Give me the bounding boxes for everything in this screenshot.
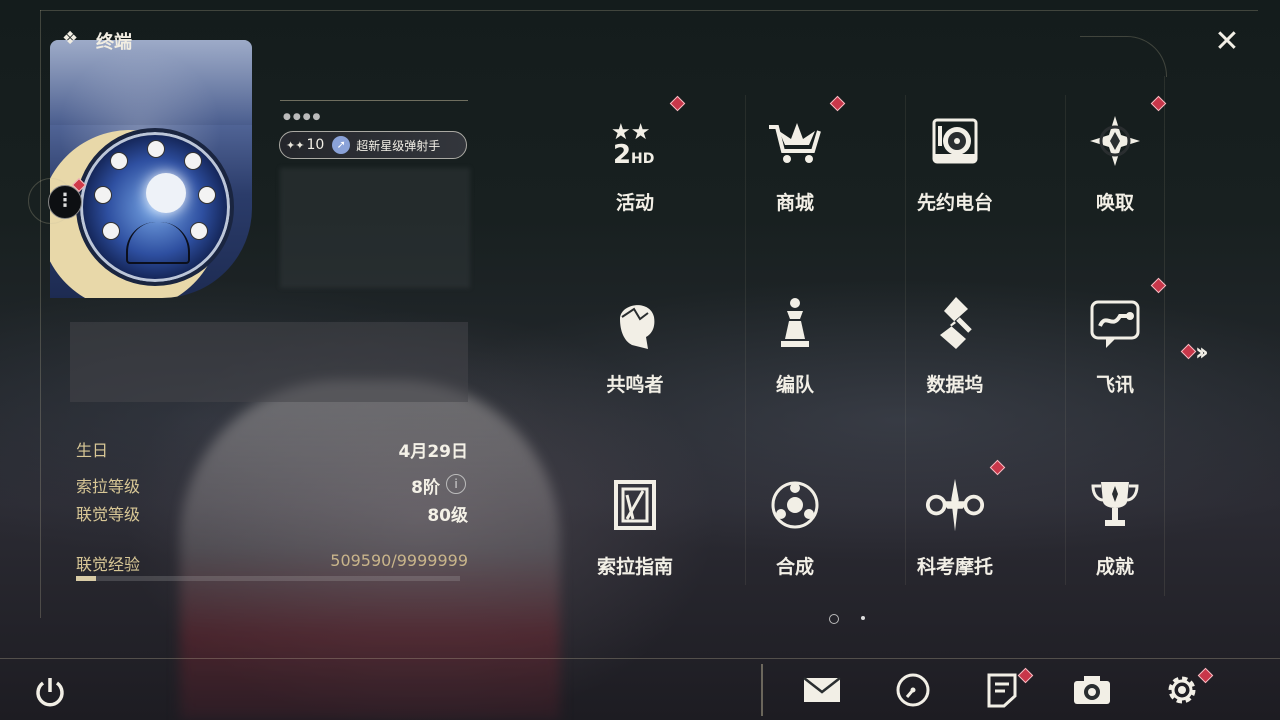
menu-item-messenger[interactable]: 飞讯 [1050,268,1180,418]
messenger-icon [1085,293,1145,353]
notification-badge [1180,343,1197,360]
menu-label-team: 编队 [775,374,814,396]
menu-item-synthesis[interactable]: 合成 [730,450,860,600]
union-level-label: 联觉等级 [76,505,141,524]
birthday-label: 生日 [76,441,109,460]
moon-phase-icon [190,222,208,240]
mail-icon[interactable] [802,670,842,710]
dots-decoration: ●●●● [283,112,323,122]
close-icon[interactable]: ✕ [1208,24,1246,62]
moon-phase-icon [94,186,112,204]
menu-item-motorbike[interactable]: 科考摩托 [890,450,1020,600]
guidebook-icon [605,475,665,535]
frame-arc [1080,36,1167,77]
bottom-bar-divider [0,658,1280,659]
event-2nd-anniversary-icon: ★★ 2 HD [605,111,665,171]
sora-level-value: 8阶 [411,478,440,498]
menu-label-shop: 商城 [775,192,814,214]
menu-label-messenger: 飞讯 [1095,374,1134,396]
hands-icon [126,222,190,264]
badge-title: 超新星级弹射手 [356,138,441,153]
info-icon[interactable]: i [446,474,466,494]
moon-phase-icon [198,186,216,204]
menu-item-databank[interactable]: 数据坞 [890,268,1020,418]
motorbike-icon [925,475,985,535]
camera-icon[interactable] [1072,670,1112,710]
pager-dot[interactable] [861,616,865,620]
menu-label-achievements: 成就 [1095,556,1134,578]
pager-dot-active[interactable] [829,614,839,624]
union-exp-value: 509590/9999999 [330,551,468,570]
union-exp-label: 联觉经验 [76,555,141,574]
frame-line-left [40,10,41,618]
moon-dial-avatar [76,128,234,286]
menu-label-databank: 数据坞 [926,374,984,396]
blurred-signature-area [70,322,468,402]
title-badge[interactable]: ✦✦ 10 ➚ 超新星级弹射手 [279,131,467,159]
name-underline [280,100,468,101]
notification-badge [669,95,686,112]
power-icon[interactable] [32,674,72,714]
frame-line-top [40,10,1258,11]
menu-item-resonators[interactable]: 共鸣者 [570,268,700,418]
menu-item-team[interactable]: 编队 [730,268,860,418]
synthesis-icon [765,475,825,535]
menu-item-event[interactable]: ★★ 2 HD 活动 [570,86,700,236]
page-title: 终端 [96,32,132,53]
notification-badge [829,95,846,112]
menu-label-guidebook: 索拉指南 [596,556,673,578]
radio-icon [925,111,985,171]
menu-item-guidebook[interactable]: 索拉指南 [570,450,700,600]
shop-cart-icon [765,111,825,171]
menu-item-radio[interactable]: 先约电台 [890,86,1020,236]
menu-label-motorbike: 科考摩托 [916,556,993,578]
clock-icon[interactable] [893,670,933,710]
level-stars-icon: ✦✦ [286,138,305,152]
menu-item-shop[interactable]: 商城 [730,86,860,236]
moon-phase-icon [102,222,120,240]
terminal-diamond-icon: ❖ [62,28,79,49]
birthday-value: 4月29日 [398,442,469,462]
svg-text:HD: HD [631,151,654,167]
next-page-chevrons-icon[interactable]: ›› [1195,338,1209,366]
trophy-icon [1085,475,1145,535]
bottom-bar-separator [761,664,763,716]
union-exp-progress-fill [76,576,96,581]
menu-label-convene: 唤取 [1095,192,1134,214]
menu-label-synthesis: 合成 [775,556,814,578]
gear-icon[interactable] [1162,670,1202,710]
union-exp-progress-bar [76,576,460,581]
notification-badge [1150,95,1167,112]
moon-icon [146,173,186,213]
notification-badge [989,459,1006,476]
badge-level: 10 [306,137,325,153]
menu-item-achievements[interactable]: 成就 [1050,450,1180,600]
background-character [180,380,560,720]
notification-badge [1150,277,1167,294]
rocket-icon: ➚ [332,136,351,154]
card-scenery [50,40,252,125]
data-bank-icon [925,293,985,353]
union-level-value: 80级 [427,506,468,526]
moon-phase-icon [184,152,202,170]
menu-label-resonators: 共鸣者 [606,374,664,396]
menu-label-event: 活动 [615,192,654,214]
profile-card[interactable] [50,40,252,298]
resonator-portrait-icon [605,293,665,353]
svg-text:2: 2 [613,140,631,169]
menu-item-convene[interactable]: 唤取 [1050,86,1180,236]
team-chess-icon [765,293,825,353]
menu-label-radio: 先约电台 [916,192,993,214]
blurred-name-area [280,168,470,288]
moon-phase-icon [110,152,128,170]
moon-phase-icon [147,140,165,158]
sora-level-label: 索拉等级 [76,477,141,496]
notes-icon[interactable] [982,670,1022,710]
convene-compass-icon [1085,111,1145,171]
